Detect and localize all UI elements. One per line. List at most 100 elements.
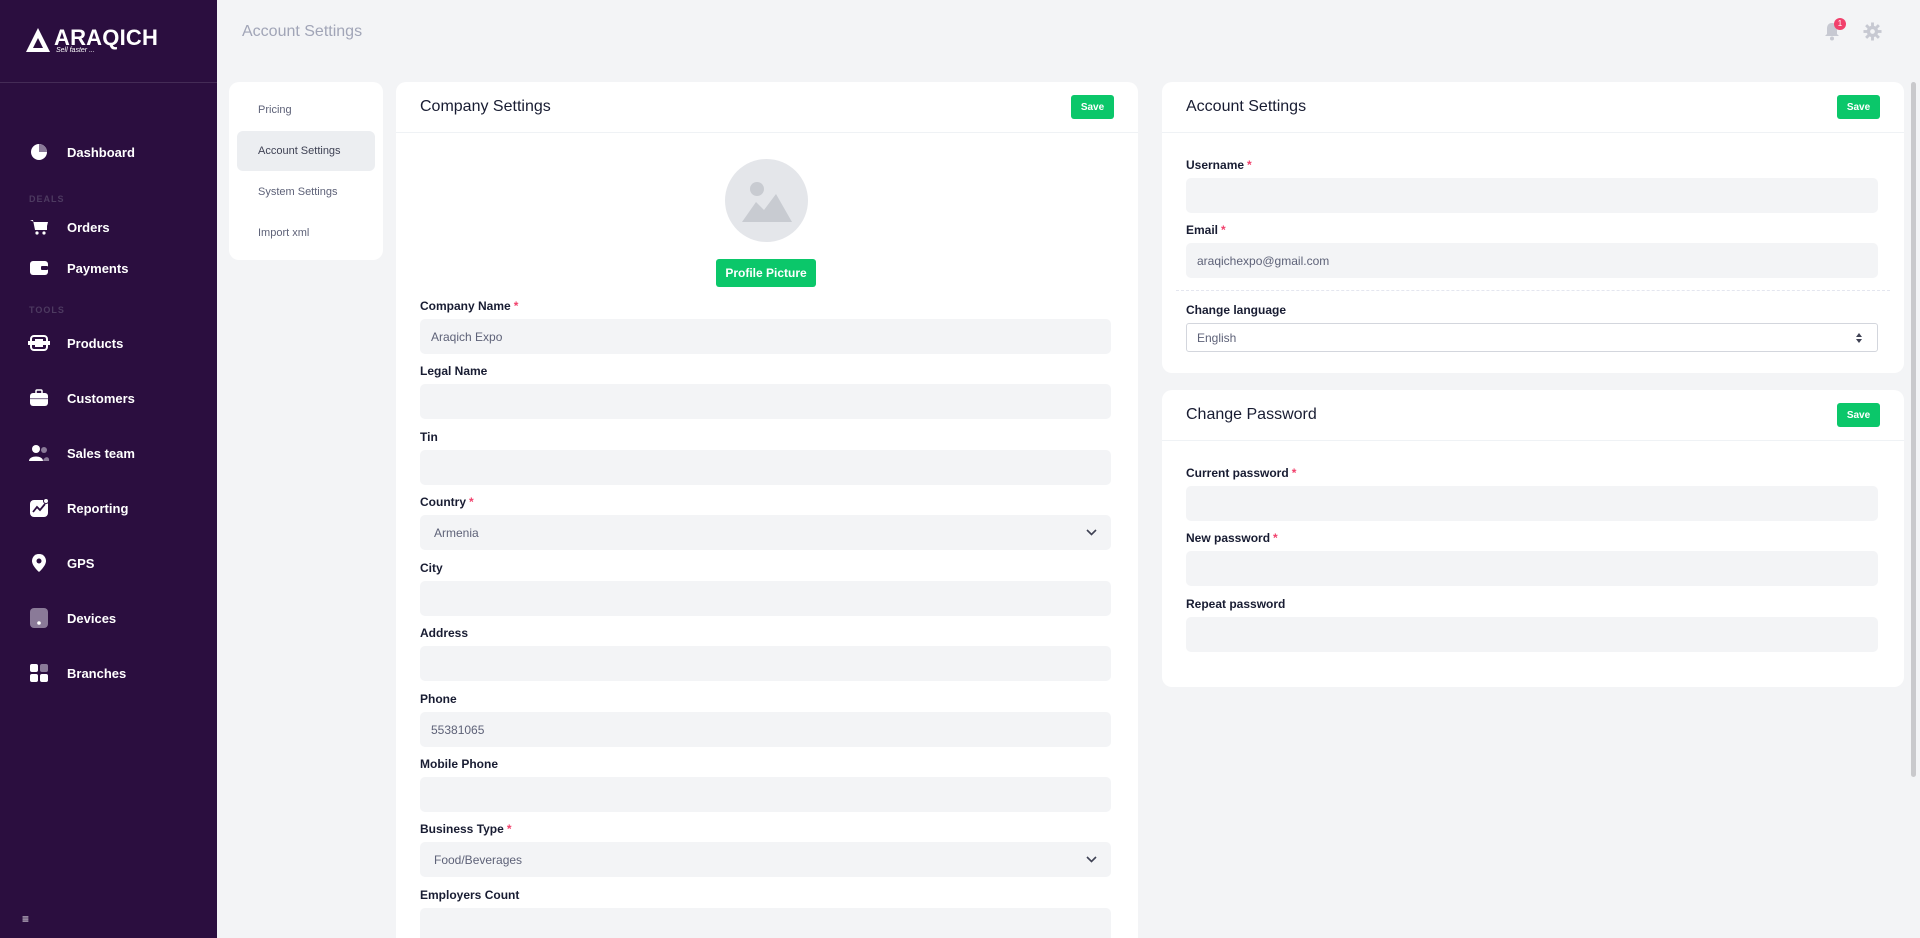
- city-group: City: [420, 561, 1111, 616]
- country-value: Armenia: [434, 525, 479, 540]
- sidebar-item-orders[interactable]: Orders: [28, 213, 110, 241]
- company-name-group: Company Name * Araqich Expo: [420, 299, 1111, 354]
- employers-count-field[interactable]: [420, 908, 1111, 938]
- sidebar-item-payments[interactable]: Payments: [28, 254, 128, 282]
- divider: [1176, 290, 1890, 291]
- sidebar-item-label: Customers: [67, 390, 135, 406]
- section-label-tools: TOOLS: [29, 305, 65, 315]
- sidebar-item-products[interactable]: Products: [28, 329, 123, 357]
- new-password-field[interactable]: [1186, 551, 1878, 586]
- sidebar-item-devices[interactable]: Devices: [28, 604, 116, 632]
- business-type-select[interactable]: Food/Beverages: [420, 842, 1111, 877]
- company-settings-card: Company Settings Save Profile Picture Co…: [396, 82, 1138, 938]
- legal-name-label: Legal Name: [420, 364, 488, 378]
- tin-label: Tin: [420, 430, 438, 444]
- sidebar-item-dashboard[interactable]: Dashboard: [28, 138, 135, 166]
- country-group: Country * Armenia: [420, 495, 1111, 550]
- tin-group: Tin: [420, 430, 1111, 485]
- grid-icon: [28, 662, 50, 684]
- email-field[interactable]: araqichexpo@gmail.com: [1186, 243, 1878, 278]
- mobile-phone-label: Mobile Phone: [420, 757, 498, 771]
- username-field[interactable]: [1186, 178, 1878, 213]
- settings-nav-account-settings[interactable]: Account Settings: [237, 131, 375, 171]
- sidebar-item-label: Sales team: [67, 445, 135, 461]
- settings-nav-pricing[interactable]: Pricing: [237, 90, 375, 130]
- sidebar-item-label: Reporting: [67, 500, 129, 516]
- notification-badge: 1: [1834, 18, 1846, 30]
- sidebar-item-reporting[interactable]: Reporting: [28, 494, 128, 522]
- tin-field[interactable]: [420, 450, 1111, 485]
- company-save-button[interactable]: Save: [1071, 95, 1114, 119]
- sidebar-item-label: Devices: [67, 610, 117, 626]
- phone-label: Phone: [420, 692, 457, 706]
- card-title: Change Password: [1186, 406, 1317, 423]
- phone-group: Phone 55381065: [420, 692, 1111, 747]
- business-type-label: Business Type *: [420, 822, 512, 836]
- settings-nav-import-xml[interactable]: Import xml: [237, 213, 375, 253]
- image-placeholder-icon: [741, 181, 792, 222]
- mobile-phone-group: Mobile Phone: [420, 757, 1111, 812]
- account-save-button[interactable]: Save: [1837, 95, 1880, 119]
- email-group: Email * araqichexpo@gmail.com: [1186, 223, 1878, 278]
- location-pin-icon: [28, 552, 50, 574]
- settings-nav-system-settings[interactable]: System Settings: [237, 172, 375, 212]
- legal-name-group: Legal Name: [420, 364, 1111, 419]
- username-group: Username *: [1186, 158, 1878, 213]
- city-field[interactable]: [420, 581, 1111, 616]
- company-name-field[interactable]: Araqich Expo: [420, 319, 1111, 354]
- language-value: English: [1197, 330, 1237, 345]
- briefcase-icon: [28, 387, 50, 409]
- gear-icon[interactable]: [1863, 22, 1882, 41]
- country-label: Country *: [420, 495, 474, 509]
- account-settings-card: Account Settings Save Username * Email * a…: [1162, 82, 1904, 373]
- card-title: Company Settings: [420, 98, 551, 115]
- phone-field[interactable]: 55381065: [420, 712, 1111, 747]
- sidebar-item-label: Orders: [67, 219, 110, 235]
- sidebar-item-customers[interactable]: Customers: [28, 384, 135, 412]
- card-title: Account Settings: [1186, 98, 1307, 115]
- card-header: Change Password Save: [1162, 390, 1904, 441]
- section-label-deals: DEALS: [29, 194, 65, 204]
- card-header: Account Settings Save: [1162, 82, 1904, 133]
- sidebar-item-gps[interactable]: GPS: [28, 549, 94, 577]
- business-type-value: Food/Beverages: [434, 852, 523, 867]
- email-label: Email *: [1186, 223, 1226, 237]
- menu-toggle-icon[interactable]: ≡: [22, 912, 29, 926]
- current-password-field[interactable]: [1186, 486, 1878, 521]
- logo-mark-icon: [26, 28, 50, 52]
- repeat-password-field[interactable]: [1186, 617, 1878, 652]
- pie-chart-icon: [28, 141, 50, 163]
- employers-count-label: Employers Count: [420, 888, 520, 902]
- brand-logo[interactable]: ARAQICH Sell faster ...: [24, 26, 158, 54]
- cart-icon: [28, 216, 50, 238]
- repeat-password-label: Repeat password: [1186, 597, 1286, 611]
- box-icon: [28, 332, 50, 354]
- users-icon: [28, 442, 50, 464]
- city-label: City: [420, 561, 443, 575]
- sidebar-item-label: Payments: [67, 260, 129, 276]
- address-label: Address: [420, 626, 469, 640]
- sort-arrows-icon: [1856, 332, 1862, 343]
- page-scrollbar[interactable]: [1911, 82, 1916, 777]
- country-select[interactable]: Armenia: [420, 515, 1111, 550]
- current-password-group: Current password *: [1186, 466, 1878, 521]
- brand-tagline: Sell faster ...: [56, 47, 95, 54]
- password-save-button[interactable]: Save: [1837, 403, 1880, 427]
- new-password-group: New password *: [1186, 531, 1878, 586]
- language-group: Change language English: [1186, 303, 1878, 352]
- profile-picture-button[interactable]: Profile Picture: [716, 259, 816, 287]
- sidebar-item-sales-team[interactable]: Sales team: [28, 439, 135, 467]
- language-select[interactable]: English: [1186, 323, 1878, 352]
- change-password-card: Change Password Save Current password * N…: [1162, 390, 1904, 687]
- sidebar-item-label: GPS: [67, 555, 95, 571]
- card-header: Company Settings Save: [396, 82, 1138, 133]
- employers-count-group: Employers Count: [420, 888, 1111, 938]
- mobile-phone-field[interactable]: [420, 777, 1111, 812]
- address-field[interactable]: [420, 646, 1111, 681]
- repeat-password-group: Repeat password: [1186, 597, 1878, 652]
- business-type-group: Business Type * Food/Beverages: [420, 822, 1111, 877]
- sidebar-item-branches[interactable]: Branches: [28, 659, 126, 687]
- legal-name-field[interactable]: [420, 384, 1111, 419]
- language-label: Change language: [1186, 303, 1287, 317]
- profile-avatar[interactable]: [725, 159, 808, 242]
